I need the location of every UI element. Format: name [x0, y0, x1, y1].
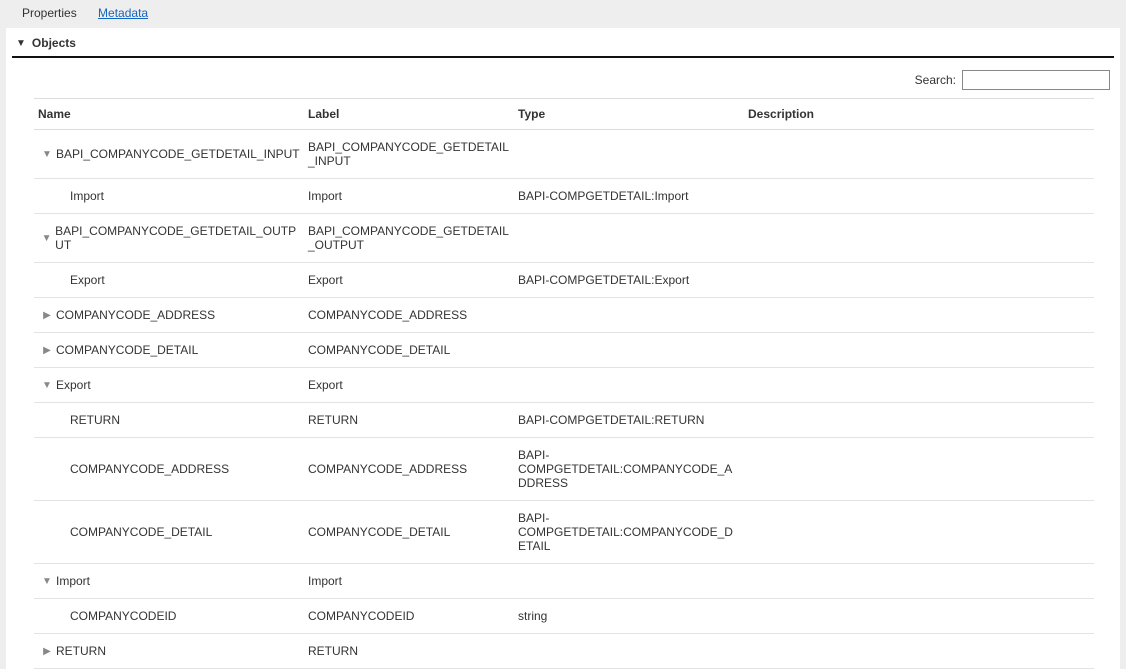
table-row[interactable]: ▶COMPANYCODE_ADDRESSCOMPANYCODE_ADDRESS: [34, 298, 1094, 333]
row-type: [514, 564, 744, 599]
header-row: Name Label Type Description: [34, 99, 1094, 130]
row-label: Export: [304, 368, 514, 403]
row-desc: [744, 501, 1094, 564]
row-type: BAPI-COMPGETDETAIL:Import: [514, 179, 744, 214]
chevron-right-icon[interactable]: ▶: [38, 345, 56, 356]
row-label: RETURN: [304, 403, 514, 438]
row-desc: [744, 214, 1094, 263]
section-header-objects[interactable]: ▼ Objects: [6, 28, 1120, 56]
chevron-down-icon: ▼: [16, 38, 26, 49]
row-desc: [744, 333, 1094, 368]
col-desc[interactable]: Description: [744, 99, 1094, 130]
table-row[interactable]: ▶RETURNRETURN: [34, 634, 1094, 669]
row-type: [514, 130, 744, 179]
row-label: COMPANYCODEID: [304, 599, 514, 634]
row-name: COMPANYCODE_DETAIL: [70, 525, 212, 539]
row-label: COMPANYCODE_ADDRESS: [304, 438, 514, 501]
row-desc: [744, 599, 1094, 634]
row-name: BAPI_COMPANYCODE_GETDETAIL_OUTPUT: [55, 224, 300, 252]
search-input[interactable]: [962, 70, 1110, 90]
row-type: string: [514, 599, 744, 634]
chevron-down-icon[interactable]: ▼: [38, 576, 56, 587]
table-row[interactable]: ▼BAPI_COMPANYCODE_GETDETAIL_INPUTBAPI_CO…: [34, 130, 1094, 179]
row-type: [514, 214, 744, 263]
row-type: [514, 333, 744, 368]
section-title: Objects: [32, 36, 76, 50]
table-row[interactable]: ▶COMPANYCODE_ADDRESSCOMPANYCODE_ADDRESSB…: [34, 438, 1094, 501]
table-row[interactable]: ▼ExportExport: [34, 368, 1094, 403]
table-row[interactable]: ▶COMPANYCODE_DETAILCOMPANYCODE_DETAILBAP…: [34, 501, 1094, 564]
row-desc: [744, 634, 1094, 669]
tab-properties[interactable]: Properties: [22, 6, 77, 20]
row-label: BAPI_COMPANYCODE_GETDETAIL_OUTPUT: [304, 214, 514, 263]
chevron-down-icon[interactable]: ▼: [38, 233, 55, 244]
row-name: BAPI_COMPANYCODE_GETDETAIL_INPUT: [56, 147, 300, 161]
row-label: Export: [304, 263, 514, 298]
objects-tree-wrap: Name Label Type Description ▼BAPI_COMPAN…: [34, 98, 1094, 669]
row-type: BAPI-COMPGETDETAIL:RETURN: [514, 403, 744, 438]
chevron-right-icon[interactable]: ▶: [38, 310, 56, 321]
row-label: COMPANYCODE_DETAIL: [304, 501, 514, 564]
row-name: COMPANYCODEID: [70, 609, 176, 623]
row-label: BAPI_COMPANYCODE_GETDETAIL_INPUT: [304, 130, 514, 179]
row-type: BAPI-COMPGETDETAIL:Export: [514, 263, 744, 298]
row-desc: [744, 179, 1094, 214]
table-row[interactable]: ▼ImportImport: [34, 564, 1094, 599]
page: Properties Metadata ▼ Objects Search: Na…: [0, 0, 1126, 637]
col-label[interactable]: Label: [304, 99, 514, 130]
tab-metadata[interactable]: Metadata: [98, 6, 148, 20]
row-label: RETURN: [304, 634, 514, 669]
row-desc: [744, 564, 1094, 599]
row-name: Import: [56, 574, 90, 588]
tab-bar: Properties Metadata: [0, 0, 1126, 28]
row-name: Import: [70, 189, 104, 203]
table-row[interactable]: ▼BAPI_COMPANYCODE_GETDETAIL_OUTPUTBAPI_C…: [34, 214, 1094, 263]
row-type: BAPI-COMPGETDETAIL:COMPANYCODE_ADDRESS: [514, 438, 744, 501]
row-label: COMPANYCODE_ADDRESS: [304, 298, 514, 333]
row-desc: [744, 263, 1094, 298]
col-type[interactable]: Type: [514, 99, 744, 130]
row-desc: [744, 368, 1094, 403]
objects-tree-table: Name Label Type Description ▼BAPI_COMPAN…: [34, 98, 1094, 669]
row-desc: [744, 438, 1094, 501]
row-label: Import: [304, 564, 514, 599]
table-row[interactable]: ▶COMPANYCODE_DETAILCOMPANYCODE_DETAIL: [34, 333, 1094, 368]
row-name: COMPANYCODE_ADDRESS: [70, 462, 229, 476]
metadata-panel: ▼ Objects Search: Name Label Type Descri…: [6, 28, 1120, 669]
row-type: [514, 634, 744, 669]
row-name: COMPANYCODE_ADDRESS: [56, 308, 215, 322]
table-row[interactable]: ▶ExportExportBAPI-COMPGETDETAIL:Export: [34, 263, 1094, 298]
table-row[interactable]: ▶ImportImportBAPI-COMPGETDETAIL:Import: [34, 179, 1094, 214]
row-desc: [744, 130, 1094, 179]
search-bar: Search:: [6, 58, 1120, 98]
search-label: Search:: [915, 73, 956, 87]
row-type: [514, 298, 744, 333]
row-name: RETURN: [70, 413, 120, 427]
row-name: Export: [56, 378, 91, 392]
row-name: Export: [70, 273, 105, 287]
chevron-down-icon[interactable]: ▼: [38, 380, 56, 391]
row-label: Import: [304, 179, 514, 214]
chevron-down-icon[interactable]: ▼: [38, 149, 56, 160]
col-name[interactable]: Name: [34, 99, 304, 130]
row-type: [514, 368, 744, 403]
table-row[interactable]: ▶RETURNRETURNBAPI-COMPGETDETAIL:RETURN: [34, 403, 1094, 438]
chevron-right-icon[interactable]: ▶: [38, 646, 56, 657]
table-row[interactable]: ▶COMPANYCODEIDCOMPANYCODEIDstring: [34, 599, 1094, 634]
row-desc: [744, 298, 1094, 333]
row-label: COMPANYCODE_DETAIL: [304, 333, 514, 368]
row-name: RETURN: [56, 644, 106, 658]
row-type: BAPI-COMPGETDETAIL:COMPANYCODE_DETAIL: [514, 501, 744, 564]
row-name: COMPANYCODE_DETAIL: [56, 343, 198, 357]
row-desc: [744, 403, 1094, 438]
